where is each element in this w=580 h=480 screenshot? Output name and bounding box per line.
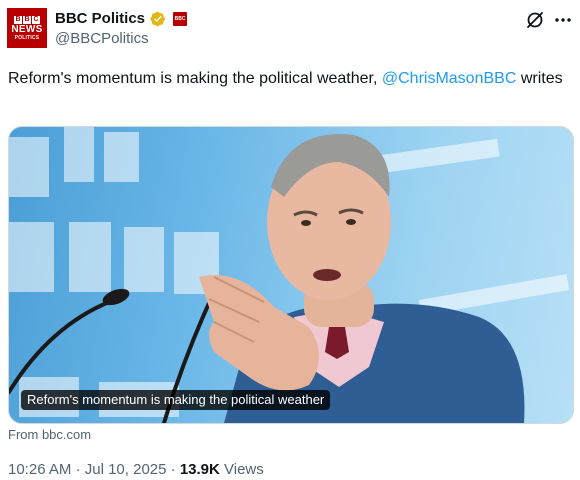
tweet-text-body: Reform's momentum is making the politica… xyxy=(8,70,382,87)
handle[interactable]: @BBCPolitics xyxy=(55,30,149,48)
media-caption: Reform's momentum is making the politica… xyxy=(21,390,331,410)
tweet-meta: 10:26 AM · Jul 10, 2025 · 13.9K Views xyxy=(8,461,264,479)
link-card-image[interactable]: Reform's momentum is making the politica… xyxy=(8,126,574,424)
tweet-date[interactable]: Jul 10, 2025 xyxy=(85,461,167,478)
more-options-icon[interactable] xyxy=(553,10,573,30)
tweet-text: Reform's momentum is making the politica… xyxy=(8,67,568,91)
tweet-time[interactable]: 10:26 AM xyxy=(8,461,71,478)
name-row: BBC Politics BBC xyxy=(55,10,188,28)
mention-link[interactable]: @ChrisMasonBBC xyxy=(382,70,517,87)
display-name[interactable]: BBC Politics xyxy=(55,10,145,28)
views-label: Views xyxy=(224,461,264,478)
avatar-news-text: NEWS xyxy=(11,23,43,35)
views-count: 13.9K xyxy=(179,461,220,478)
grok-icon[interactable] xyxy=(525,10,545,30)
meta-separator: · xyxy=(170,461,176,478)
bbc-logo: BBC xyxy=(14,15,40,24)
bbc-affiliate-icon[interactable]: BBC xyxy=(173,12,188,26)
article-photo xyxy=(9,127,570,423)
meta-separator: · xyxy=(75,461,81,478)
tweet-text-tail: writes xyxy=(516,70,563,87)
avatar-politics-text: POLITICS xyxy=(14,34,40,41)
link-source[interactable]: From bbc.com xyxy=(8,427,91,442)
verified-badge-icon[interactable] xyxy=(150,11,166,27)
avatar[interactable]: BBC NEWS POLITICS xyxy=(7,8,47,48)
